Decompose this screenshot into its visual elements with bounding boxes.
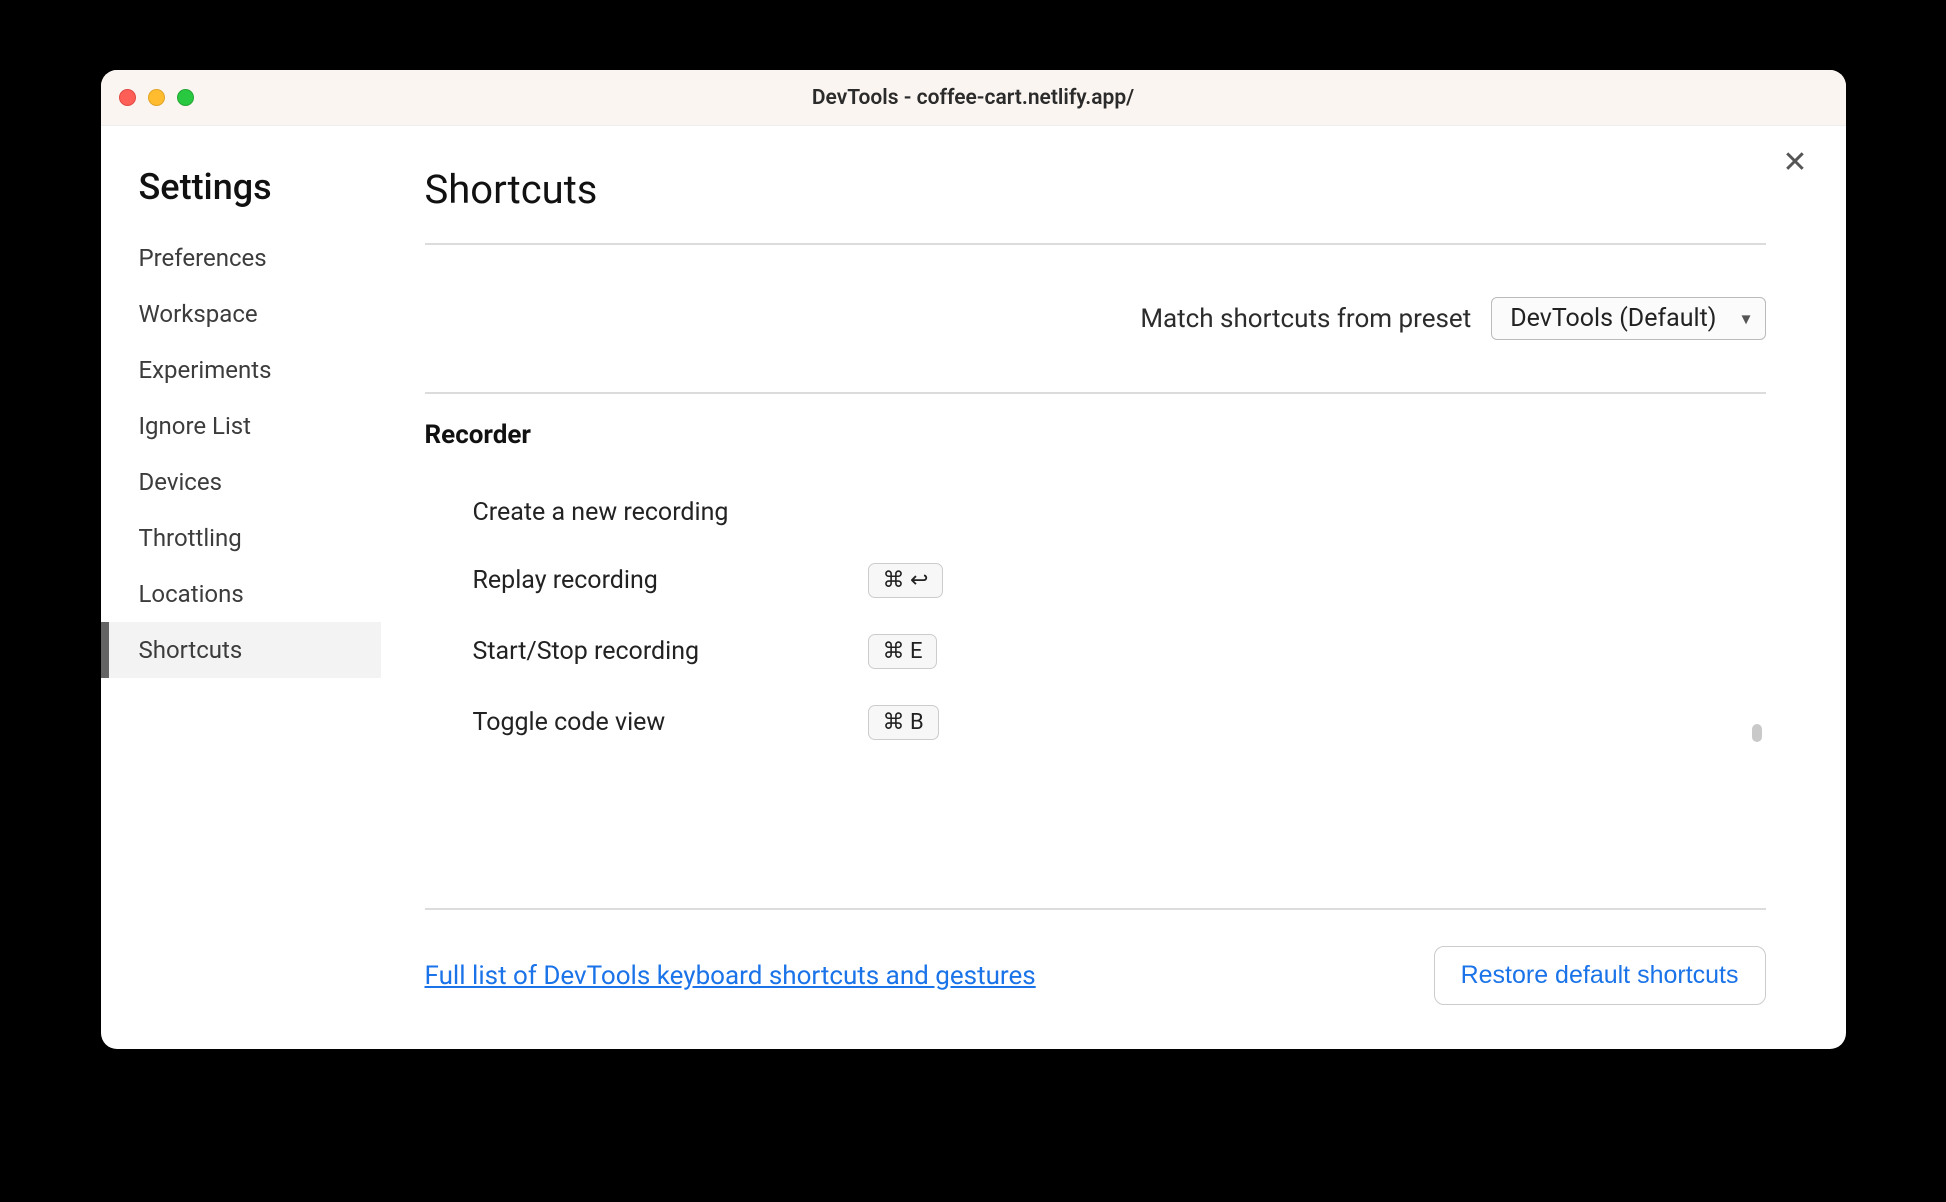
settings-footer: Full list of DevTools keyboard shortcuts… — [425, 908, 1766, 1049]
close-icon[interactable]: ✕ — [1782, 148, 1807, 178]
shortcut-desc: Start/Stop recording — [473, 637, 868, 666]
window-title: DevTools - coffee-cart.netlify.app/ — [101, 86, 1846, 110]
shortcut-row[interactable]: Replay recording ⌘ ↩ — [425, 545, 1766, 616]
window-traffic-lights — [119, 89, 194, 106]
shortcut-keycap: ⌘ B — [868, 705, 939, 740]
preset-label: Match shortcuts from preset — [1140, 304, 1471, 334]
sidebar-title: Settings — [101, 166, 381, 230]
sidebar-item-label: Experiments — [139, 356, 272, 384]
sidebar-item-label: Throttling — [139, 524, 242, 552]
restore-defaults-button[interactable]: Restore default shortcuts — [1434, 946, 1766, 1005]
sidebar-item-label: Preferences — [139, 244, 267, 272]
shortcut-desc: Create a new recording — [473, 498, 868, 527]
shortcut-section-title: Recorder — [425, 420, 1766, 450]
sidebar-item-workspace[interactable]: Workspace — [101, 286, 381, 342]
shortcut-desc: Replay recording — [473, 566, 868, 595]
shortcut-desc: Toggle code view — [473, 708, 868, 737]
shortcut-keycap: ⌘ E — [868, 634, 938, 669]
page-title: Shortcuts — [425, 166, 1766, 245]
devtools-window: DevTools - coffee-cart.netlify.app/ ✕ Se… — [101, 70, 1846, 1049]
sidebar-item-label: Shortcuts — [139, 636, 243, 664]
preset-select-value: DevTools (Default) — [1510, 304, 1716, 333]
full-shortcuts-link[interactable]: Full list of DevTools keyboard shortcuts… — [425, 961, 1036, 991]
window-close-button[interactable] — [119, 89, 136, 106]
sidebar-item-throttling[interactable]: Throttling — [101, 510, 381, 566]
window-minimize-button[interactable] — [148, 89, 165, 106]
sidebar-item-locations[interactable]: Locations — [101, 566, 381, 622]
settings-sidebar: Settings Preferences Workspace Experimen… — [101, 126, 381, 1049]
shortcut-section-recorder: Recorder Create a new recording Replay r… — [425, 392, 1766, 812]
sidebar-item-label: Devices — [139, 468, 222, 496]
sidebar-item-ignore-list[interactable]: Ignore List — [101, 398, 381, 454]
sidebar-item-shortcuts[interactable]: Shortcuts — [101, 622, 381, 678]
scrollbar-thumb[interactable] — [1752, 724, 1762, 742]
window-titlebar: DevTools - coffee-cart.netlify.app/ — [101, 70, 1846, 126]
preset-select[interactable]: DevTools (Default) — [1491, 297, 1765, 340]
window-content: ✕ Settings Preferences Workspace Experim… — [101, 126, 1846, 1049]
sidebar-item-label: Ignore List — [139, 412, 252, 440]
shortcut-row[interactable]: Create a new recording — [425, 480, 1766, 545]
settings-main-panel: Shortcuts Match shortcuts from preset De… — [381, 126, 1846, 1049]
sidebar-item-devices[interactable]: Devices — [101, 454, 381, 510]
shortcut-row[interactable]: Start/Stop recording ⌘ E — [425, 616, 1766, 687]
sidebar-item-label: Workspace — [139, 300, 258, 328]
preset-row: Match shortcuts from preset DevTools (De… — [425, 245, 1766, 392]
sidebar-item-label: Locations — [139, 580, 244, 608]
window-maximize-button[interactable] — [177, 89, 194, 106]
sidebar-item-experiments[interactable]: Experiments — [101, 342, 381, 398]
shortcut-row[interactable]: Toggle code view ⌘ B — [425, 687, 1766, 758]
sidebar-item-preferences[interactable]: Preferences — [101, 230, 381, 286]
shortcut-keycap: ⌘ ↩ — [868, 563, 944, 598]
